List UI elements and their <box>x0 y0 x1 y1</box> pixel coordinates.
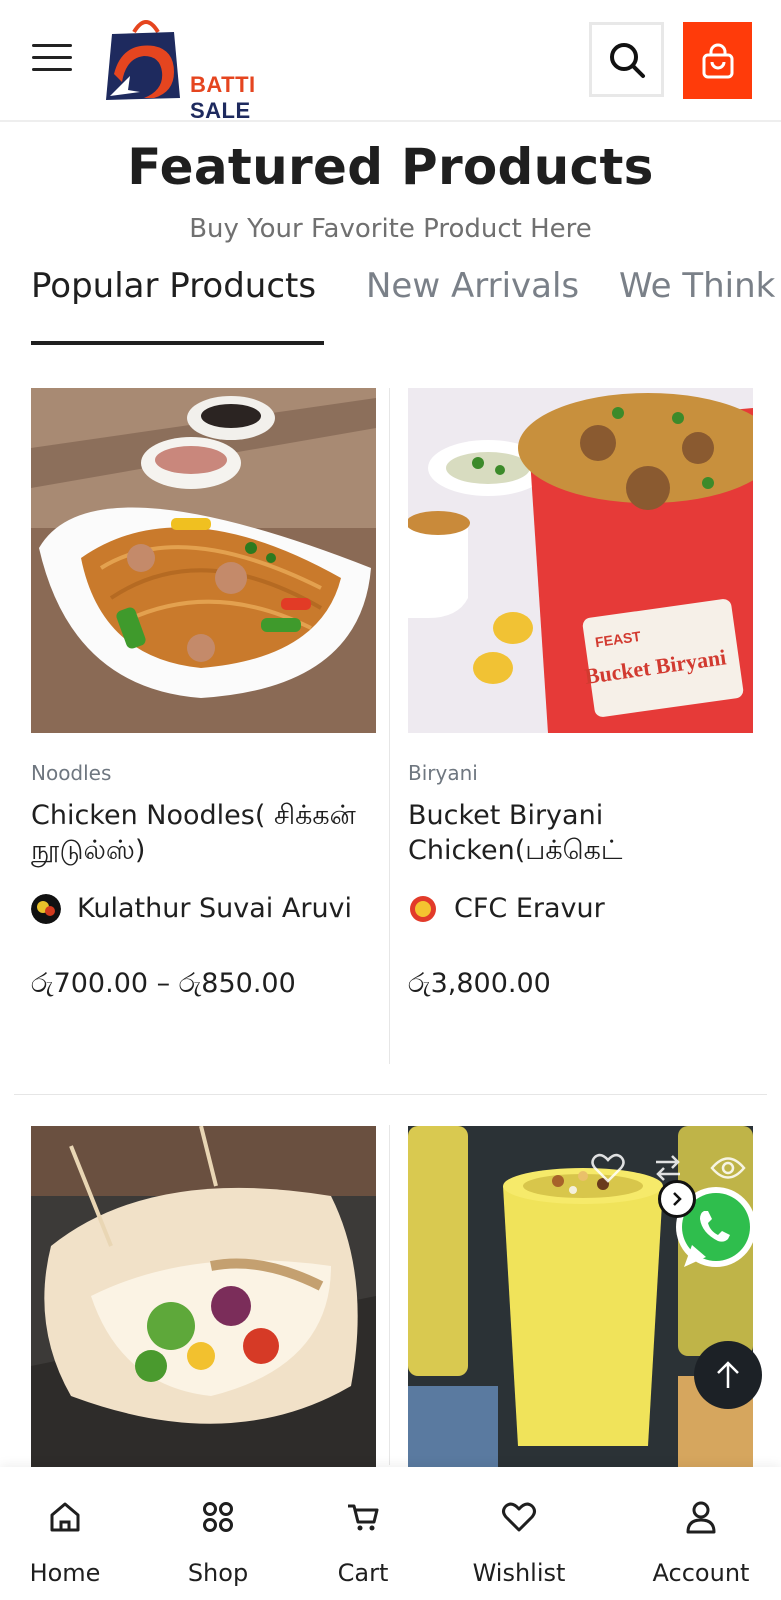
scroll-to-top-button[interactable] <box>694 1341 762 1409</box>
cart-button[interactable] <box>683 22 752 99</box>
shopping-bag-icon <box>702 43 733 78</box>
nav-wishlist[interactable]: Wishlist <box>472 1467 566 1600</box>
cart-icon <box>343 1497 383 1537</box>
vendor-name: Kulathur Suvai Aruvi <box>77 893 353 924</box>
nav-shop[interactable]: Shop <box>188 1467 248 1600</box>
product-price: රු3,800.00 <box>408 968 551 999</box>
grid-dots-icon <box>198 1497 238 1537</box>
product-price: රු700.00 – රු850.00 <box>31 968 296 999</box>
bottom-navigation: Home Shop Cart Wishlist Account <box>0 1467 781 1600</box>
product-card: FEAST Bucket Biryani Biryani Bucket Biry… <box>408 388 753 1068</box>
nav-label: Cart <box>337 1559 389 1587</box>
arrow-up-icon <box>717 1361 739 1388</box>
product-category[interactable]: Biryani <box>408 761 478 785</box>
site-logo[interactable]: BATTI SALE <box>104 12 304 123</box>
product-name[interactable]: Bucket Biryani Chicken(பக்கெட் <box>408 798 763 868</box>
section-title: Featured Products <box>127 138 654 196</box>
nav-label: Shop <box>187 1559 249 1587</box>
nav-label: Home <box>29 1559 101 1587</box>
brand-name-part1: BATTI <box>190 72 256 97</box>
column-divider <box>389 388 390 1064</box>
nav-label: Account <box>652 1559 750 1587</box>
search-icon <box>609 42 645 78</box>
brand-name: BATTI SALE <box>190 72 304 124</box>
vendor-logo-icon <box>408 893 438 924</box>
shopping-bag-logo-icon <box>106 20 180 100</box>
brand-name-part2: SALE <box>190 98 251 123</box>
active-tab-indicator <box>31 341 324 345</box>
product-card <box>31 1126 376 1471</box>
column-divider <box>389 1125 390 1465</box>
section-subtitle: Buy Your Favorite Product Here <box>189 214 592 244</box>
product-name[interactable]: Chicken Noodles( சிக்கன் நூடுல்ஸ்) <box>31 798 386 868</box>
home-icon <box>45 1497 85 1537</box>
heart-icon[interactable] <box>588 1148 628 1188</box>
site-header: BATTI SALE <box>0 0 781 123</box>
tab-we-think[interactable]: We Think <box>619 266 775 306</box>
nav-account[interactable]: Account <box>652 1467 750 1600</box>
product-image[interactable]: FEAST Bucket Biryani <box>408 388 753 733</box>
user-icon <box>681 1497 721 1537</box>
vendor-link[interactable]: Kulathur Suvai Aruvi <box>31 893 352 924</box>
vendor-logo-icon <box>31 893 61 924</box>
nav-cart[interactable]: Cart <box>336 1467 390 1600</box>
vendor-name: CFC Eravur <box>454 893 605 924</box>
tab-new-arrivals[interactable]: New Arrivals <box>366 266 579 306</box>
heart-icon <box>499 1497 539 1537</box>
product-card: Noodles Chicken Noodles( சிக்கன் நூடுல்ஸ… <box>31 388 376 1068</box>
tab-popular-products[interactable]: Popular Products <box>31 266 316 306</box>
product-image[interactable] <box>31 1126 376 1471</box>
hamburger-icon[interactable] <box>32 44 72 76</box>
eye-icon[interactable] <box>708 1148 748 1188</box>
row-divider <box>14 1094 767 1095</box>
nav-label: Wishlist <box>472 1559 566 1587</box>
nav-home[interactable]: Home <box>30 1467 100 1600</box>
chevron-right-icon[interactable] <box>658 1180 696 1218</box>
search-button[interactable] <box>589 22 664 97</box>
vendor-link[interactable]: CFC Eravur <box>408 893 605 924</box>
product-image[interactable] <box>31 388 376 733</box>
product-category[interactable]: Noodles <box>31 761 111 785</box>
